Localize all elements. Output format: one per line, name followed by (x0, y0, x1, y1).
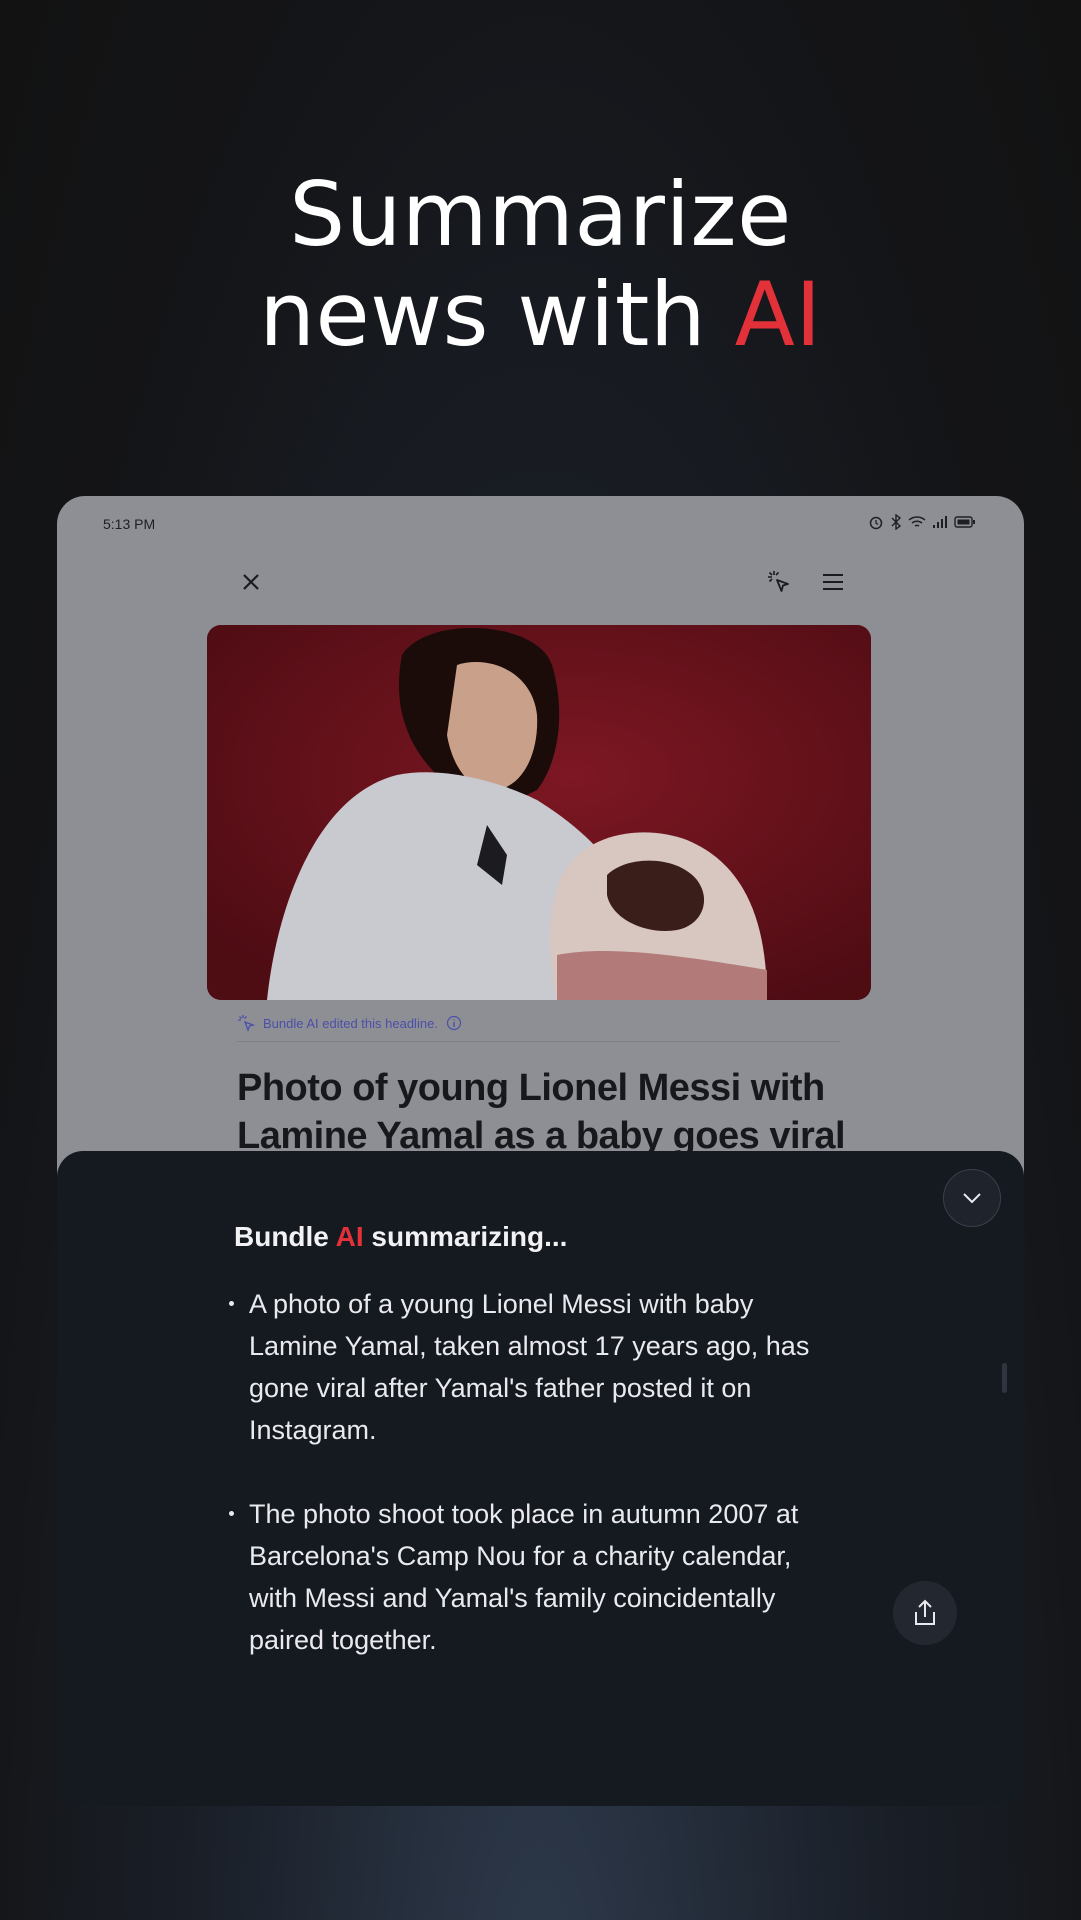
alarm-icon (868, 514, 884, 534)
share-icon (915, 1599, 935, 1625)
collapse-button[interactable] (943, 1169, 1001, 1227)
status-time: 5:13 PM (103, 516, 156, 532)
menu-button[interactable] (813, 562, 853, 602)
summary-bullet: The photo shoot took place in autumn 200… (223, 1493, 823, 1661)
ai-summary-button[interactable] (759, 562, 799, 602)
ai-edited-note-text: Bundle AI edited this headline. (263, 1015, 438, 1031)
hero-line-2-text: news with (259, 263, 735, 366)
info-icon[interactable] (446, 1015, 462, 1031)
summary-title: Bundle AI summarizing... (234, 1221, 567, 1253)
summary-title-accent: AI (335, 1221, 364, 1252)
close-button[interactable] (231, 562, 271, 602)
photo-illustration (207, 625, 871, 1000)
ai-edited-note: Bundle AI edited this headline. (237, 1014, 462, 1032)
scrollbar-thumb[interactable] (1002, 1363, 1007, 1393)
bullet-dot (229, 1511, 234, 1516)
hero-accent-ai: AI (734, 263, 822, 366)
summary-bullet-list: A photo of a young Lionel Messi with bab… (223, 1283, 823, 1703)
summary-title-prefix: Bundle (234, 1221, 336, 1252)
divider (237, 1041, 841, 1042)
signal-icon (932, 515, 948, 533)
battery-icon (954, 515, 976, 533)
ai-sparkle-cursor-icon (768, 571, 789, 592)
close-icon (243, 574, 259, 590)
hero-line-1: Summarize (289, 163, 792, 266)
wifi-icon (908, 515, 926, 533)
bluetooth-icon (890, 513, 902, 534)
hamburger-menu-icon (823, 574, 843, 590)
hero-heading: Summarize news with AI (0, 165, 1081, 365)
chevron-down-icon (963, 1193, 981, 1204)
summary-title-suffix: summarizing... (363, 1221, 568, 1252)
article-toolbar (57, 556, 1024, 606)
status-icons (868, 513, 976, 534)
share-button[interactable] (893, 1581, 957, 1645)
summary-bullet-text: A photo of a young Lionel Messi with bab… (249, 1289, 810, 1445)
summary-sheet: Bundle AI summarizing... A photo of a yo… (57, 1151, 1024, 1806)
ai-sparkle-icon (238, 1015, 255, 1032)
article-photo (207, 625, 871, 1000)
summary-bullet-text: The photo shoot took place in autumn 200… (249, 1499, 799, 1655)
summary-bullet: A photo of a young Lionel Messi with bab… (223, 1283, 823, 1451)
hero-line-2: news with AI (0, 265, 1081, 365)
article-headline: Photo of young Lionel Messi with Lamine … (237, 1067, 846, 1157)
bullet-dot (229, 1301, 234, 1306)
status-bar: 5:13 PM (57, 496, 1024, 556)
